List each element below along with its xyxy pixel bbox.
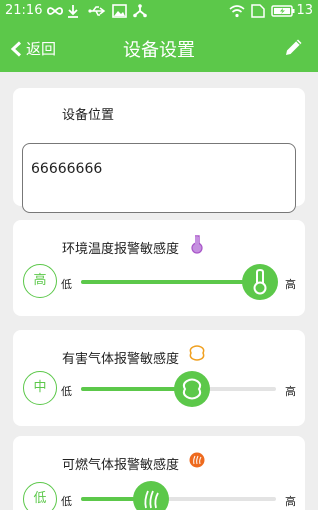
combustible-gas-level-badge: 低 — [23, 482, 57, 510]
combustible-gas-low-label: 低 — [61, 495, 72, 508]
location-card: 设备位置 — [13, 88, 305, 213]
temperature-low-label: 低 — [61, 278, 72, 291]
combustible-gas-slider[interactable] — [81, 481, 276, 510]
share-icon — [133, 4, 147, 18]
harmful-gas-slider[interactable] — [81, 371, 276, 407]
gas-cloud-icon — [189, 345, 205, 361]
harmful-gas-low-label: 低 — [61, 385, 72, 398]
battery-level: 13 — [296, 3, 313, 18]
infinity-icon — [46, 7, 64, 15]
battery-icon — [271, 5, 295, 17]
status-time: 21:16 — [5, 3, 43, 18]
status-bar: 21:16 13 — [0, 0, 318, 24]
harmful-gas-slider-thumb[interactable] — [174, 371, 211, 407]
flame-icon — [189, 452, 205, 468]
thermometer-thumb-icon — [253, 268, 267, 295]
edit-icon[interactable] — [284, 37, 304, 57]
gas-cloud-thumb-icon — [183, 378, 202, 400]
combustible-gas-slider-thumb[interactable] — [133, 481, 170, 510]
download-icon — [68, 5, 78, 18]
usb-icon — [88, 6, 106, 16]
temperature-card: 环境温度报警敏感度 高 低 高 — [13, 220, 305, 316]
image-icon — [112, 4, 127, 18]
location-input[interactable] — [22, 143, 296, 213]
page-title: 设备设置 — [123, 40, 195, 61]
temperature-slider-fill — [81, 280, 261, 284]
app-bar: 返回 设备设置 — [0, 24, 318, 72]
temperature-slider[interactable] — [81, 264, 279, 300]
location-label: 设备位置 — [62, 108, 115, 123]
harmful-gas-level-badge: 中 — [23, 371, 57, 405]
temperature-label: 环境温度报警敏感度 — [62, 242, 180, 257]
harmful-gas-card: 有害气体报警敏感度 中 低 高 — [13, 330, 305, 426]
settings-content: 设备位置 环境温度报警敏感度 高 低 高 有害气体报警敏感度 — [0, 72, 318, 510]
harmful-gas-label: 有害气体报警敏感度 — [62, 352, 180, 367]
combustible-gas-high-label: 高 — [285, 495, 296, 508]
temperature-level-badge: 高 — [23, 264, 57, 298]
flame-thumb-icon — [144, 490, 159, 509]
temperature-high-label: 高 — [285, 278, 296, 291]
harmful-gas-high-label: 高 — [285, 385, 296, 398]
no-sim-icon — [251, 4, 265, 18]
combustible-gas-card: 可燃气体报警敏感度 低 低 高 — [13, 436, 305, 510]
wifi-icon — [229, 5, 245, 18]
combustible-gas-label: 可燃气体报警敏感度 — [62, 458, 180, 473]
temperature-slider-thumb[interactable] — [242, 264, 279, 300]
thermometer-icon — [191, 235, 203, 254]
